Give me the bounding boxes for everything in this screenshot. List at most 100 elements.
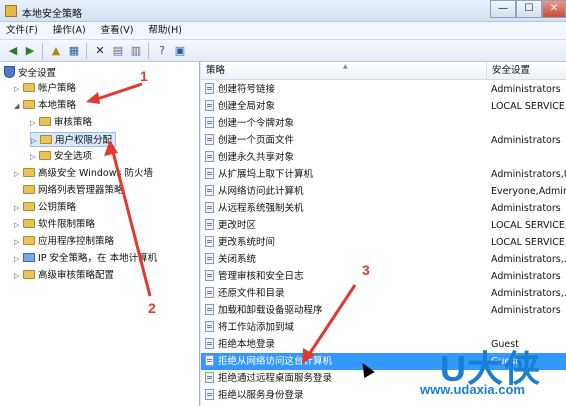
folder-icon [39, 117, 51, 126]
folder-icon [23, 202, 35, 211]
console-icon[interactable]: ▣ [172, 43, 188, 59]
tree-pane: 安全设置 ▷ 帐户策略 ◢ 本地策略 ▷ 审核策略 ▷ 用户权限分配 ▷ 安全选项 ▷ 高级… [0, 62, 200, 406]
security-setting-cell: Administrators [491, 203, 561, 214]
close-button[interactable]: ✕ [542, 0, 566, 18]
delete-icon[interactable]: ✕ [92, 43, 108, 59]
table-row[interactable]: 创建全局对象 LOCAL SERVICE,... [201, 98, 566, 115]
security-setting-cell: Administrators [491, 271, 561, 282]
policy-name-cell: 创建永久共享对象 [205, 149, 294, 166]
tree-item-audit-policy[interactable]: ▷ 审核策略 [30, 115, 92, 130]
toolbar-separator [42, 43, 43, 59]
expand-arrow-icon[interactable]: ▷ [14, 82, 23, 97]
policy-icon [205, 185, 214, 196]
menu-file[interactable]: 文件(F) [0, 22, 44, 40]
show-hide-tree-icon[interactable]: ▦ [66, 43, 82, 59]
properties-icon[interactable]: ▤ [110, 43, 126, 59]
policy-name-cell: 创建一个令牌对象 [205, 115, 294, 132]
policy-icon [205, 270, 214, 281]
folder-icon [23, 100, 35, 109]
policy-name-cell: 拒绝本地登录 [205, 336, 275, 353]
menu-help[interactable]: 帮助(H) [142, 22, 188, 40]
watermark-url: www.udaxia.com [420, 382, 525, 397]
policy-name-cell: 拒绝以服务身份登录 [205, 387, 304, 404]
maximize-button[interactable]: ☐ [516, 0, 542, 18]
policy-icon [205, 83, 214, 94]
list-header: 策略 ▲ 安全设置 [201, 62, 566, 80]
up-folder-icon[interactable]: ▲ [48, 43, 64, 59]
policy-icon [205, 372, 214, 383]
table-row[interactable]: 创建符号链接 Administrators [201, 81, 566, 98]
policy-icon [205, 151, 214, 162]
policy-name-cell: 更改时区 [205, 217, 256, 234]
menu-bar: 文件(F) 操作(A) 查看(V) 帮助(H) [0, 22, 566, 40]
table-row[interactable]: 更改时区 LOCAL SERVICE,... [201, 217, 566, 234]
policy-icon [205, 236, 214, 247]
policy-name-cell: 从扩展坞上取下计算机 [205, 166, 313, 183]
tree-item-local-policy[interactable]: ◢ 本地策略 [14, 98, 76, 113]
forward-icon[interactable]: ▶ [22, 43, 38, 59]
expand-arrow-icon[interactable]: ▷ [14, 252, 23, 267]
folder-icon [23, 270, 35, 279]
policy-icon [205, 321, 214, 332]
tree-item-network-list[interactable]: 网络列表管理器策略 [14, 183, 124, 198]
policy-name-cell: 拒绝从网络访问这台计算机 [205, 353, 332, 370]
title-bar: 本地安全策略 — ☐ ✕ [0, 0, 566, 22]
table-row[interactable]: 从远程系统强制关机 Administrators [201, 200, 566, 217]
policy-icon [205, 304, 214, 315]
policy-icon [205, 100, 214, 111]
tree-item-firewall[interactable]: ▷ 高级安全 Windows 防火墙 [14, 166, 153, 181]
table-row[interactable]: 创建一个令牌对象 [201, 115, 566, 132]
security-setting-cell: LOCAL SERVICE,... [491, 237, 566, 248]
expand-arrow-icon[interactable]: ▷ [30, 116, 39, 131]
collapse-arrow-icon[interactable]: ◢ [14, 99, 23, 114]
table-row[interactable]: 将工作站添加到域 [201, 319, 566, 336]
security-setting-cell: LOCAL SERVICE,... [491, 101, 566, 112]
expand-arrow-icon[interactable]: ▷ [31, 134, 40, 149]
table-row[interactable]: 创建永久共享对象 [201, 149, 566, 166]
tree-item-app-control[interactable]: ▷ 应用程序控制策略 [14, 234, 114, 249]
expand-arrow-icon[interactable]: ▷ [30, 150, 39, 165]
policy-name-cell: 从网络访问此计算机 [205, 183, 304, 200]
toolbar-separator [86, 43, 87, 59]
table-row[interactable]: 更改系统时间 LOCAL SERVICE,... [201, 234, 566, 251]
policy-icon [205, 202, 214, 213]
expand-arrow-icon[interactable]: ▷ [14, 201, 23, 216]
tree-item-ip-security[interactable]: ▷ IP 安全策略，在 本地计算机 [14, 251, 157, 266]
table-row[interactable]: 创建一个页面文件 Administrators [201, 132, 566, 149]
table-row[interactable]: 还原文件和目录 Administrators,... [201, 285, 566, 302]
help-icon[interactable]: ? [154, 43, 170, 59]
expand-arrow-icon[interactable]: ▷ [14, 218, 23, 233]
security-setting-cell: Everyone,Admin... [491, 186, 566, 197]
tree-item-security-options[interactable]: ▷ 安全选项 [30, 149, 92, 164]
tree-item-user-rights[interactable]: ▷ 用户权限分配 [30, 132, 117, 149]
annotation-number-1: 1 [140, 68, 148, 84]
tree-item-account-policy[interactable]: ▷ 帐户策略 [14, 81, 76, 96]
expand-arrow-icon[interactable]: ▷ [14, 167, 23, 182]
annotation-number-3: 3 [362, 262, 370, 278]
column-header-policy[interactable]: 策略 [201, 62, 225, 80]
table-row[interactable]: 管理审核和安全日志 Administrators [201, 268, 566, 285]
tree-item-software-restriction[interactable]: ▷ 软件限制策略 [14, 217, 95, 232]
table-row[interactable]: 加载和卸载设备驱动程序 Administrators [201, 302, 566, 319]
menu-action[interactable]: 操作(A) [47, 22, 92, 40]
table-row[interactable]: 从网络访问此计算机 Everyone,Admin... [201, 183, 566, 200]
security-setting-cell: Administrators,... [491, 254, 566, 265]
policy-icon [205, 287, 214, 298]
tree-item-advanced-audit[interactable]: ▷ 高级审核策略配置 [14, 268, 114, 283]
window-title: 本地安全策略 [22, 9, 82, 20]
column-header-setting[interactable]: 安全设置 [487, 62, 530, 80]
minimize-button[interactable]: — [490, 0, 516, 18]
app-icon [5, 5, 17, 17]
expand-arrow-icon[interactable]: ▷ [14, 269, 23, 284]
table-row[interactable]: 关闭系统 Administrators,... [201, 251, 566, 268]
folder-icon [23, 83, 35, 92]
tree-item-root[interactable]: 安全设置 [4, 66, 56, 81]
table-row[interactable]: 从扩展坞上取下计算机 Administrators,U... [201, 166, 566, 183]
export-list-icon[interactable]: ▥ [128, 43, 144, 59]
expand-arrow-icon[interactable]: ▷ [14, 235, 23, 250]
security-setting-cell: LOCAL SERVICE,... [491, 220, 566, 231]
back-icon[interactable]: ◀ [5, 43, 21, 59]
tree-item-public-key[interactable]: ▷ 公钥策略 [14, 200, 76, 215]
menu-view[interactable]: 查看(V) [95, 22, 140, 40]
security-setting-cell: Administrators,... [491, 288, 566, 299]
